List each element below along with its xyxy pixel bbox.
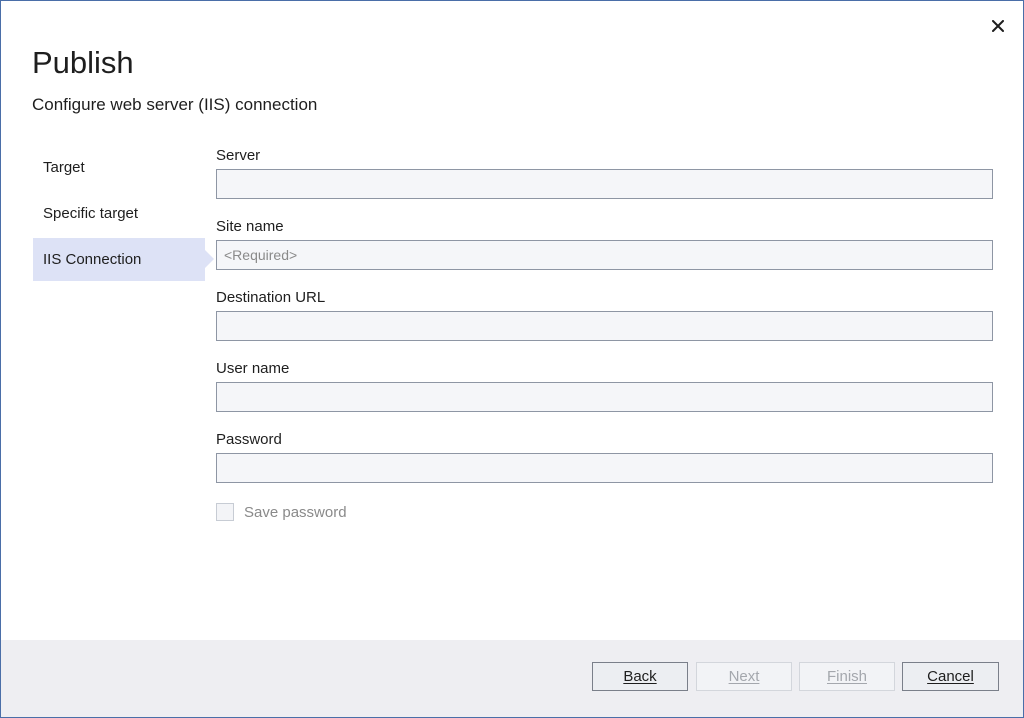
server-input[interactable] [216,169,993,199]
site-name-input[interactable] [216,240,993,270]
nav-item-label: IIS Connection [43,251,142,268]
nav-item-label: Target [43,159,85,176]
nav-item-target[interactable]: Target [33,146,205,189]
server-field-group: Server [216,147,993,218]
dialog-title: Publish [32,45,134,80]
back-button[interactable]: Back [592,662,688,691]
close-icon [992,20,1004,32]
connection-form: Server Site name Destination URL User na… [216,147,993,502]
nav-item-specific-target[interactable]: Specific target [33,192,205,235]
cancel-button[interactable]: Cancel [902,662,999,691]
password-field-group: Password [216,431,993,502]
save-password-label: Save password [244,503,347,521]
destination-url-input[interactable] [216,311,993,341]
server-label: Server [216,147,261,164]
finish-button[interactable]: Finish [799,662,895,691]
save-password-checkbox[interactable] [216,503,234,521]
close-button[interactable] [987,15,1009,37]
user-name-label: User name [216,360,290,377]
password-input[interactable] [216,453,993,483]
next-button[interactable]: Next [696,662,792,691]
destination-url-label: Destination URL [216,289,326,306]
site-name-label: Site name [216,218,284,235]
user-name-input[interactable] [216,382,993,412]
wizard-nav: Target Specific target IIS Connection [33,146,214,284]
site-name-field-group: Site name [216,218,993,289]
nav-item-label: Specific target [43,205,139,222]
dialog-subtitle: Configure web server (IIS) connection [32,95,318,114]
password-label: Password [216,431,282,448]
user-name-field-group: User name [216,360,993,431]
nav-item-iis-connection[interactable]: IIS Connection [33,238,214,281]
dialog-footer: Back Next Finish Cancel [1,640,1023,717]
publish-dialog: Publish Configure web server (IIS) conne… [0,0,1024,718]
destination-url-field-group: Destination URL [216,289,993,360]
save-password-row: Save password [216,501,347,523]
